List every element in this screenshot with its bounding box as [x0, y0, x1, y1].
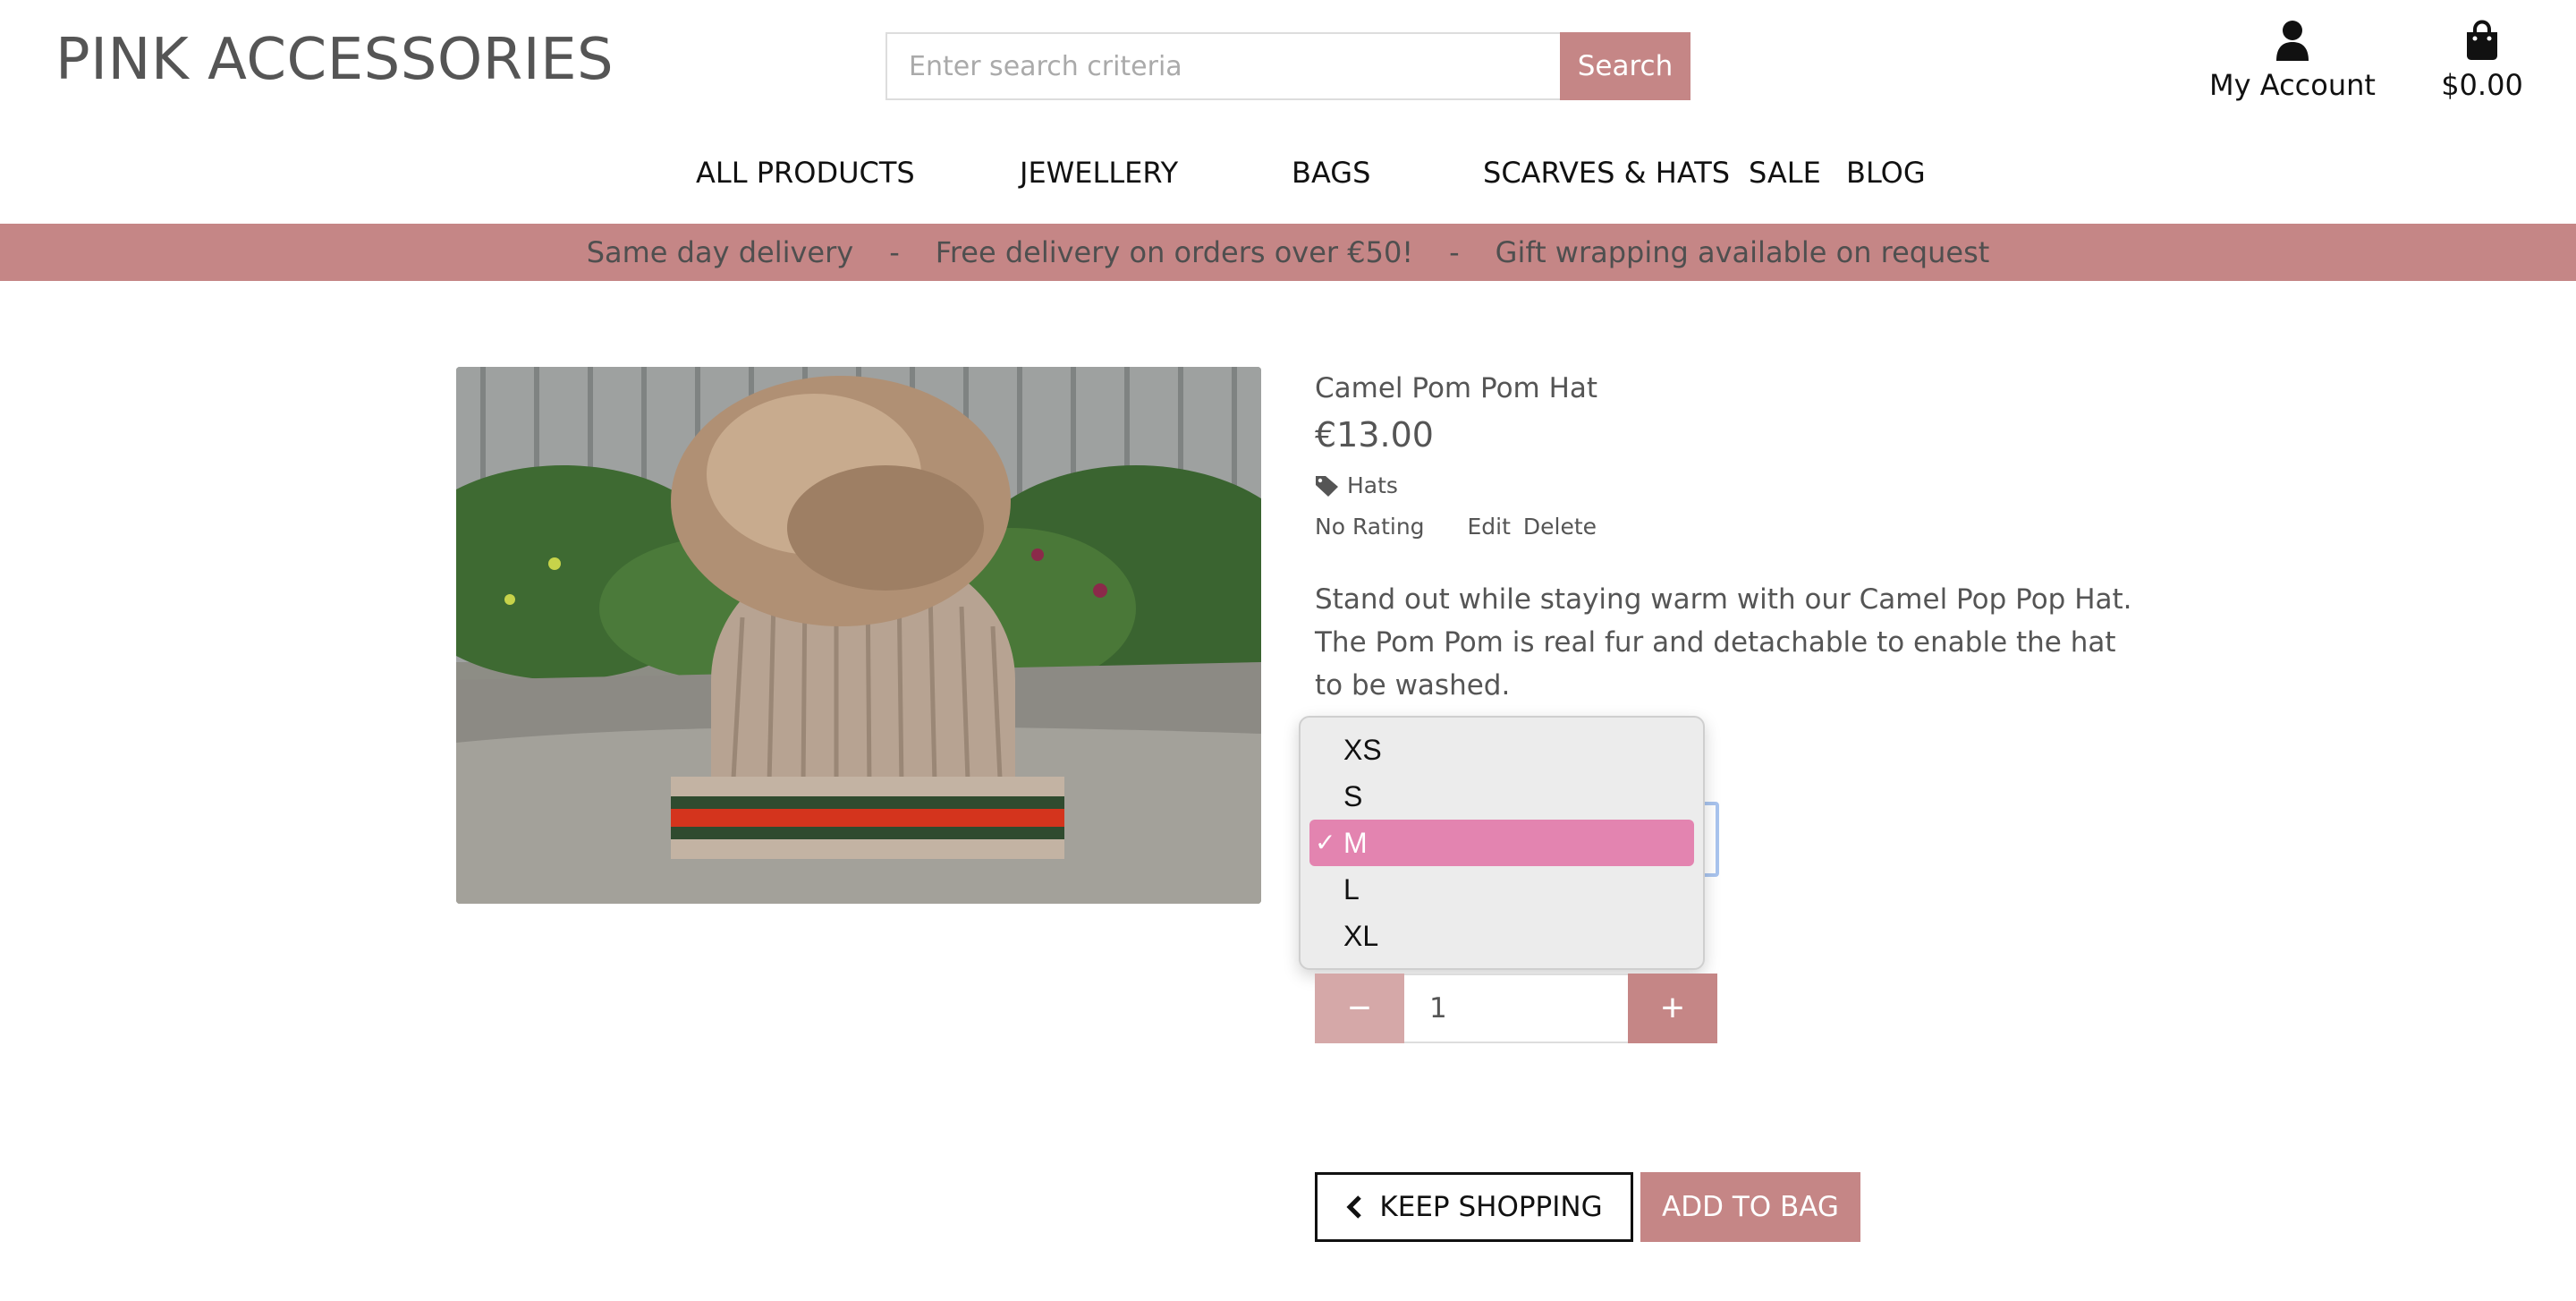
- search-input[interactable]: [886, 32, 1560, 100]
- delivery-banner: Same day delivery - Free delivery on ord…: [0, 224, 2576, 281]
- decrement-quantity-button[interactable]: −: [1315, 974, 1404, 1043]
- increment-quantity-button[interactable]: +: [1628, 974, 1717, 1043]
- add-to-bag-button[interactable]: ADD TO BAG: [1640, 1172, 1860, 1242]
- nav-sale[interactable]: SALE: [1749, 156, 1821, 190]
- keep-shopping-label: KEEP SHOPPING: [1379, 1191, 1603, 1223]
- size-option-m[interactable]: ✓ M: [1309, 820, 1694, 866]
- checkmark-icon: ✓: [1315, 829, 1336, 856]
- size-option-l[interactable]: L: [1301, 866, 1703, 913]
- tag-icon: [1316, 475, 1338, 497]
- size-option-label: XL: [1343, 920, 1379, 952]
- size-option-label: S: [1343, 780, 1363, 812]
- shopping-bag-link[interactable]: $0.00: [2433, 20, 2531, 102]
- size-option-xs[interactable]: XS: [1301, 727, 1703, 773]
- edit-link[interactable]: Edit: [1468, 514, 1511, 540]
- product-description: Stand out while staying warm with our Ca…: [1315, 583, 2132, 702]
- size-option-label: XS: [1343, 734, 1382, 766]
- product-photo: [456, 367, 1261, 904]
- product-image: [456, 367, 1261, 904]
- keep-shopping-button[interactable]: KEEP SHOPPING: [1315, 1172, 1633, 1242]
- size-dropdown-list: XS S ✓ M L XL: [1299, 716, 1705, 970]
- quantity-stepper: − +: [1315, 974, 1717, 1043]
- nav-bags[interactable]: BAGS: [1292, 156, 1370, 190]
- size-option-s[interactable]: S: [1301, 773, 1703, 820]
- bag-total: $0.00: [2441, 68, 2523, 102]
- user-icon: [2276, 21, 2309, 61]
- shopping-bag-icon: [2467, 20, 2497, 60]
- banner-separator: -: [1449, 235, 1460, 269]
- size-option-xl[interactable]: XL: [1301, 913, 1703, 959]
- my-account-label: My Account: [2209, 68, 2376, 102]
- size-option-label: M: [1343, 827, 1368, 859]
- banner-separator: -: [889, 235, 900, 269]
- quantity-input[interactable]: [1404, 974, 1628, 1043]
- product-rating: No Rating: [1315, 514, 1425, 540]
- nav-scarves-hats[interactable]: SCARVES & HATS: [1483, 156, 1730, 190]
- banner-message: Same day delivery: [586, 235, 854, 269]
- product-price: €13.00: [1315, 415, 1434, 455]
- search-button[interactable]: Search: [1560, 32, 1690, 100]
- search-bar: Search: [886, 32, 1690, 100]
- delete-link[interactable]: Delete: [1523, 514, 1597, 540]
- main-nav: ALL PRODUCTS JEWELLERY BAGS SCARVES & HA…: [0, 156, 2576, 191]
- size-option-label: L: [1343, 873, 1360, 906]
- banner-message: Gift wrapping available on request: [1495, 235, 1990, 269]
- my-account-link[interactable]: My Account: [2209, 20, 2376, 102]
- banner-message: Free delivery on orders over €50!: [935, 235, 1414, 269]
- category-label: Hats: [1347, 472, 1398, 498]
- product-name: Camel Pom Pom Hat: [1315, 372, 1598, 404]
- chevron-left-icon: [1346, 1195, 1362, 1219]
- nav-jewellery[interactable]: JEWELLERY: [1020, 156, 1178, 190]
- site-logo[interactable]: PINK ACCESSORIES: [55, 27, 614, 93]
- nav-blog[interactable]: BLOG: [1846, 156, 1926, 190]
- rating-row: No Rating Edit Delete: [1315, 514, 1597, 540]
- product-category[interactable]: Hats: [1315, 472, 1398, 498]
- nav-all-products[interactable]: ALL PRODUCTS: [696, 156, 915, 190]
